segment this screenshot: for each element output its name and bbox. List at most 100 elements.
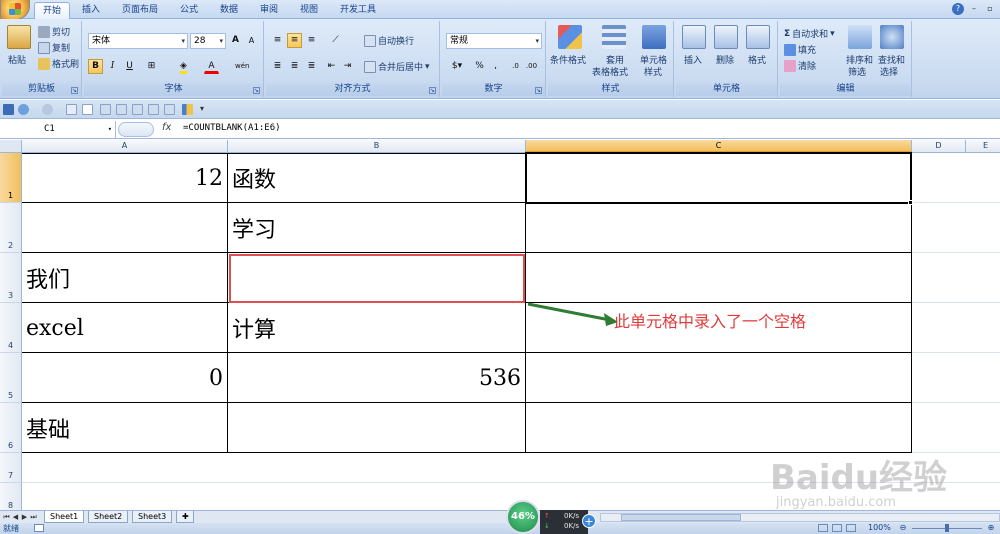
row-header-8[interactable]: 8 — [0, 483, 22, 510]
cell-b5[interactable]: 536 — [228, 353, 525, 403]
font-color-button[interactable]: A — [204, 59, 219, 74]
format-cells-button[interactable]: 格式 — [748, 53, 766, 66]
font-size-select[interactable]: 28 ▾ — [190, 33, 226, 49]
tab-view[interactable]: 视图 — [292, 2, 326, 19]
align-middle-icon[interactable]: ≡ — [287, 33, 302, 48]
tab-review[interactable]: 审阅 — [252, 2, 286, 19]
chart-icon[interactable] — [182, 104, 193, 115]
column-header-d[interactable]: D — [912, 140, 966, 153]
normal-view-icon[interactable] — [818, 524, 828, 532]
insert-sheet-icon[interactable]: ✚ — [176, 511, 194, 523]
restore-icon[interactable]: ▫ — [984, 3, 996, 15]
cell-a5[interactable]: 0 — [22, 353, 227, 403]
help-icon[interactable]: ? — [952, 3, 964, 15]
increase-indent-icon[interactable]: ⇥ — [340, 59, 355, 74]
conditional-format-button[interactable]: 条件格式 — [550, 53, 586, 66]
name-box[interactable]: C1 ▾ — [0, 121, 116, 138]
column-header-b[interactable]: B — [228, 140, 526, 153]
comma-button[interactable]: , — [488, 59, 503, 74]
next-sheet-icon[interactable]: ▶ — [20, 512, 29, 522]
scrollbar-thumb[interactable] — [621, 514, 741, 521]
wrap-text-button[interactable]: 自动换行 — [364, 34, 414, 47]
first-sheet-icon[interactable]: ⏮ — [2, 512, 11, 522]
zoom-slider-thumb[interactable] — [945, 524, 949, 532]
last-sheet-icon[interactable]: ⏭ — [29, 512, 38, 522]
paste-icon[interactable] — [7, 25, 31, 49]
copy-button[interactable]: 复制 — [38, 41, 70, 54]
align-left-icon[interactable]: ≣ — [270, 59, 285, 74]
cell-a4[interactable]: excel — [22, 303, 227, 353]
orientation-icon[interactable]: ⟋ — [328, 33, 343, 48]
cell-styles-line2[interactable]: 样式 — [644, 65, 662, 78]
row-header-2[interactable]: 2 — [0, 203, 22, 253]
column-header-e[interactable]: E — [966, 140, 1000, 153]
cell-a3[interactable]: 我们 — [22, 253, 227, 303]
toolbar-icon-4[interactable] — [148, 104, 159, 115]
undo-icon[interactable] — [18, 104, 29, 115]
customize-toolbar-icon[interactable]: ▾ — [200, 104, 211, 115]
page-break-view-icon[interactable] — [846, 524, 856, 532]
bold-button[interactable]: B — [88, 59, 103, 74]
sort-filter-line2[interactable]: 筛选 — [848, 65, 866, 78]
number-launcher-icon[interactable]: ↘ — [535, 87, 542, 94]
formula-buttons[interactable] — [118, 122, 154, 137]
alignment-launcher-icon[interactable]: ↘ — [429, 87, 436, 94]
tab-insert[interactable]: 插入 — [74, 2, 108, 19]
office-button[interactable] — [0, 0, 30, 20]
decrease-decimal-icon[interactable]: .00 — [524, 59, 539, 74]
tab-developer[interactable]: 开发工具 — [332, 2, 384, 19]
conditional-format-icon[interactable] — [558, 25, 582, 49]
tab-formulas[interactable]: 公式 — [172, 2, 206, 19]
align-right-icon[interactable]: ≣ — [304, 59, 319, 74]
toolbar-icon-5[interactable] — [164, 104, 175, 115]
new-document-icon[interactable] — [82, 104, 93, 115]
find-select-line2[interactable]: 选择 — [880, 65, 898, 78]
redo-icon[interactable] — [42, 104, 53, 115]
tab-data[interactable]: 数据 — [212, 2, 246, 19]
underline-button[interactable]: U — [122, 59, 137, 74]
insert-cells-button[interactable]: 插入 — [684, 53, 702, 66]
zoom-level[interactable]: 100% — [868, 523, 891, 532]
cell-b4[interactable]: 计算 — [228, 303, 525, 353]
find-select-icon[interactable] — [880, 25, 904, 49]
align-top-icon[interactable]: ≡ — [270, 33, 285, 48]
sheet-tab-sheet3[interactable]: Sheet3 — [132, 511, 173, 523]
fill-handle[interactable] — [908, 200, 913, 205]
font-name-select[interactable]: 宋体 ▾ — [88, 33, 188, 49]
italic-button[interactable]: I — [105, 59, 120, 74]
border-button[interactable]: ⊞ — [144, 59, 159, 74]
align-bottom-icon[interactable]: ≡ — [304, 33, 319, 48]
toolbar-icon-3[interactable] — [132, 104, 143, 115]
row-header-1[interactable]: 1 — [0, 153, 22, 203]
row-header-6[interactable]: 6 — [0, 403, 22, 453]
grow-font-button[interactable]: A — [228, 33, 243, 48]
increase-decimal-icon[interactable]: .0 — [508, 59, 523, 74]
decrease-indent-icon[interactable]: ⇤ — [324, 59, 339, 74]
autosum-button[interactable]: Σ 自动求和 ▾ — [784, 27, 835, 41]
cell-a6[interactable]: 基础 — [22, 403, 227, 453]
font-launcher-icon[interactable]: ↘ — [253, 87, 260, 94]
cell-b2[interactable]: 学习 — [228, 203, 525, 253]
clipboard-launcher-icon[interactable]: ↘ — [71, 87, 78, 94]
row-header-3[interactable]: 3 — [0, 253, 22, 303]
paste-button[interactable]: 粘贴 — [8, 53, 26, 66]
delete-cells-icon[interactable] — [714, 25, 738, 49]
insert-function-icon[interactable]: fx — [162, 122, 171, 133]
fill-button[interactable]: 填充 — [784, 43, 816, 56]
cut-button[interactable]: 剪切 — [38, 25, 70, 38]
row-header-5[interactable]: 5 — [0, 353, 22, 403]
column-header-a[interactable]: A — [22, 140, 228, 153]
page-layout-view-icon[interactable] — [832, 524, 842, 532]
tab-page-layout[interactable]: 页面布局 — [114, 2, 166, 19]
toolbar-icon-2[interactable] — [116, 104, 127, 115]
prev-sheet-icon[interactable]: ◀ — [11, 512, 20, 522]
toolbar-icon-1[interactable] — [100, 104, 111, 115]
macro-record-icon[interactable] — [34, 524, 44, 532]
row-header-7[interactable]: 7 — [0, 453, 22, 483]
zoom-out-icon[interactable]: ⊖ — [898, 524, 908, 532]
zoom-in-icon[interactable]: ⊕ — [986, 524, 996, 532]
clear-button[interactable]: 清除 — [784, 59, 816, 72]
cell-styles-icon[interactable] — [642, 25, 666, 49]
sheet-tab-sheet1[interactable]: Sheet1 — [44, 511, 85, 523]
row-header-4[interactable]: 4 — [0, 303, 22, 353]
